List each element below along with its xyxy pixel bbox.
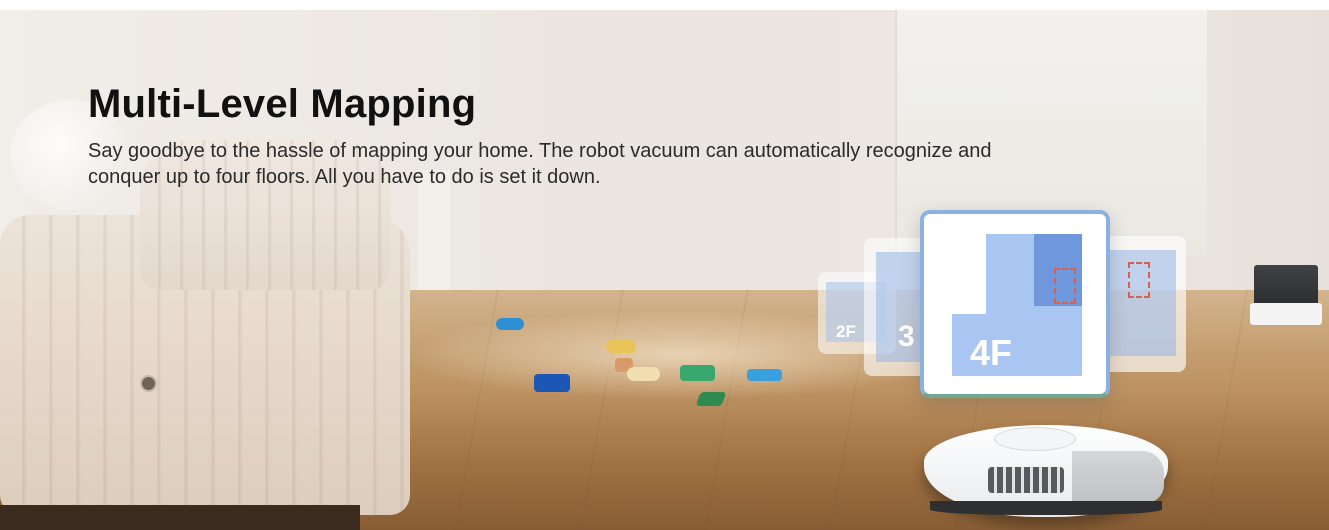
toy-block-lightblue xyxy=(747,369,782,381)
page-title: Multi-Level Mapping xyxy=(88,82,477,126)
toy-block-darkblue xyxy=(534,374,570,392)
toy-block-blue xyxy=(496,318,524,330)
toy-block-green xyxy=(680,365,715,381)
feature-description: Say goodbye to the hassle of mapping you… xyxy=(88,140,992,188)
robot-vacuum xyxy=(924,415,1168,530)
toy-block-cream xyxy=(627,367,660,381)
toy-block-yellow xyxy=(606,340,636,353)
charging-dock xyxy=(1250,265,1322,327)
floor-label-2f: 2F xyxy=(836,322,856,341)
floor-map-4f: 4F xyxy=(920,210,1110,398)
sofa-button xyxy=(140,375,157,392)
sofa-base xyxy=(0,505,360,530)
floor-label-4f: 4F xyxy=(970,332,1013,373)
floor-label-3f: 3 xyxy=(898,320,915,353)
wall-pillar xyxy=(418,170,450,305)
